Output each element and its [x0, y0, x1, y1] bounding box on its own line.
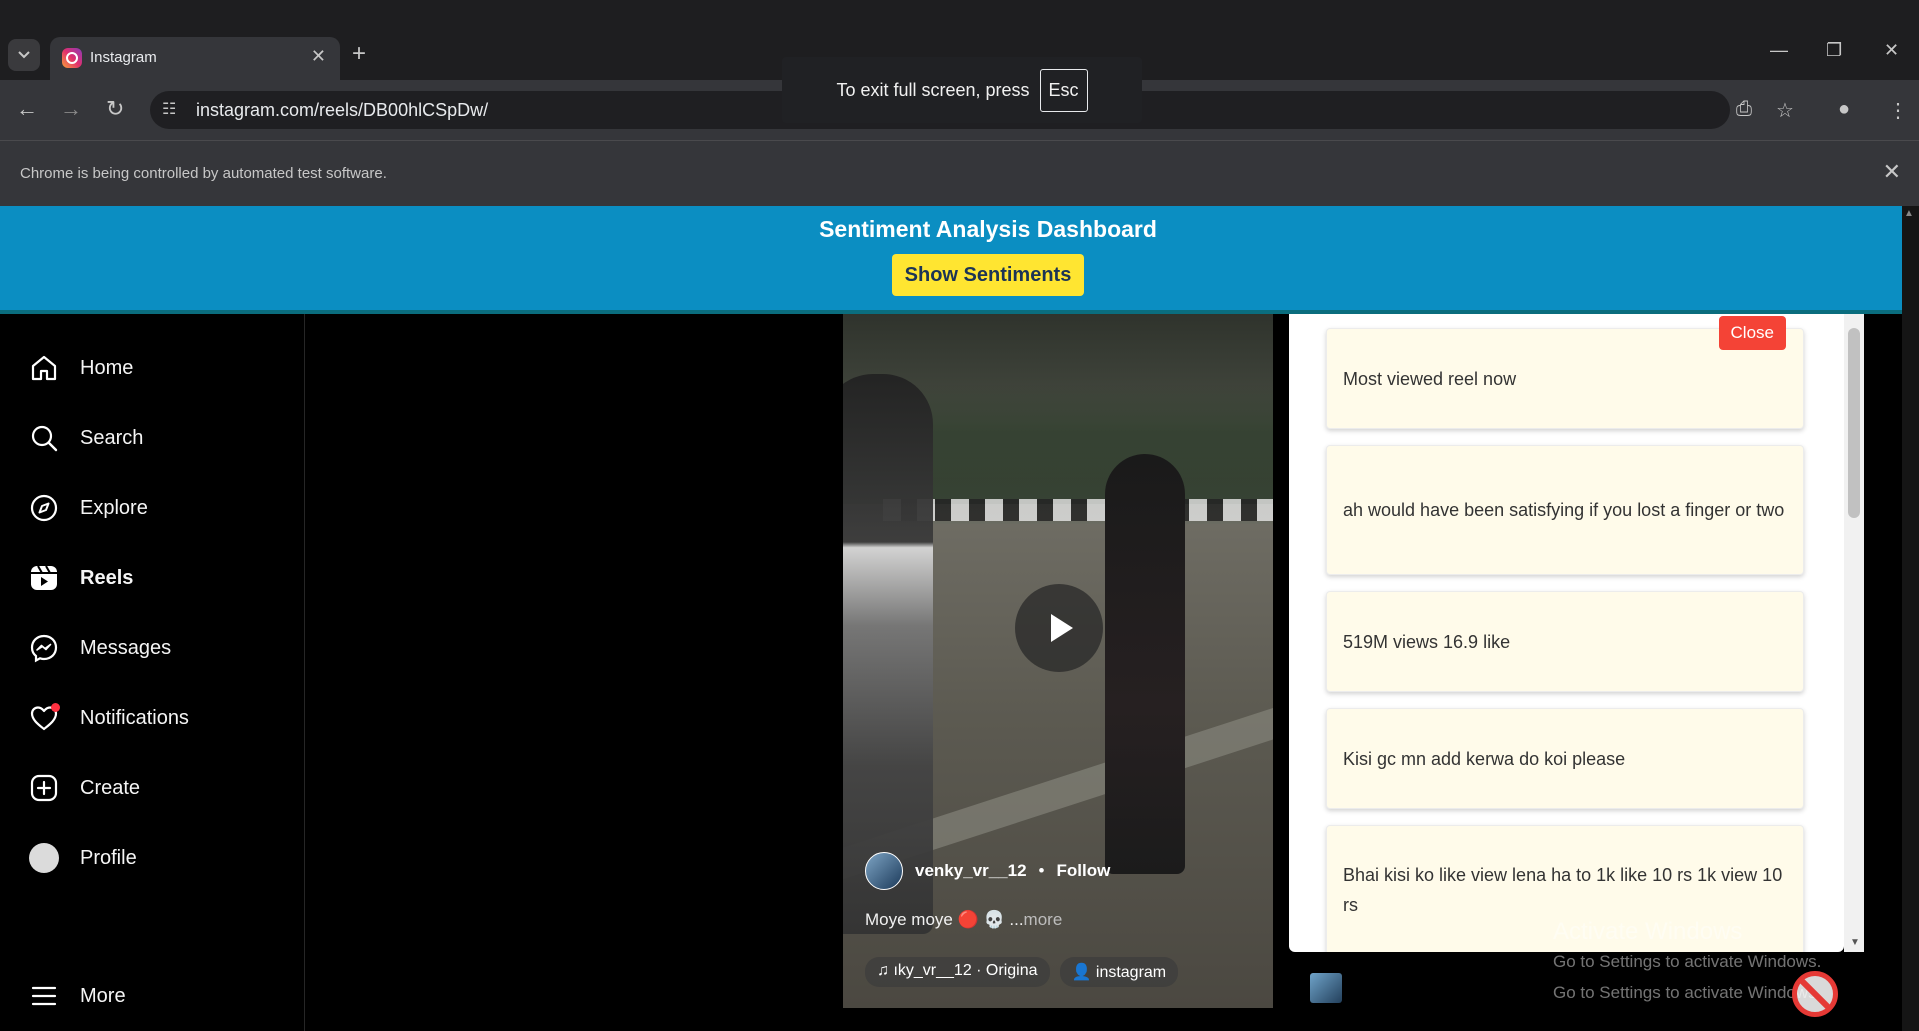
site-info-icon[interactable]: ☷: [162, 99, 176, 119]
reel-audio-row: ♫ ıky_vr__12 · Origina 👤 instagram: [865, 957, 1179, 987]
comment-card: 519M views 16.9 like: [1326, 591, 1804, 692]
messenger-icon: [28, 632, 60, 664]
audio-pill[interactable]: ♫ ıky_vr__12 · Origina: [865, 957, 1050, 987]
separator-dot: •: [1038, 861, 1045, 880]
show-sentiments-button[interactable]: Show Sentiments: [892, 254, 1084, 296]
sidebar-item-search[interactable]: Search: [28, 422, 143, 454]
back-icon[interactable]: ←: [16, 96, 38, 122]
sidebar-item-label: Messages: [80, 636, 172, 659]
home-icon: [28, 352, 60, 384]
forward-icon[interactable]: →: [60, 96, 82, 122]
author-avatar[interactable]: [865, 852, 903, 890]
sidebar-item-label: Reels: [80, 566, 134, 589]
fullscreen-toast: To exit full screen, press Esc: [782, 57, 1142, 123]
sidebar-item-label: Explore: [80, 496, 148, 519]
minimize-icon[interactable]: —: [1770, 40, 1788, 61]
video-person-left: [843, 374, 933, 934]
profile-avatar-icon: [28, 842, 60, 874]
menu-icon[interactable]: ⋮: [1888, 98, 1908, 123]
comment-card: ah would have been satisfying if you los…: [1326, 445, 1804, 575]
comment-text: 519M views 16.9 like: [1343, 631, 1511, 652]
infobar-text: Chrome is being controlled by automated …: [20, 165, 387, 182]
tab-search-icon[interactable]: [8, 39, 40, 71]
bookmark-star-icon[interactable]: ☆: [1776, 98, 1794, 123]
comment-text: Most viewed reel now: [1343, 368, 1517, 389]
install-app-icon[interactable]: ⎙: [1736, 98, 1752, 121]
reel-video[interactable]: venky_vr__12 • Follow Moye moye 🔴 💀 ...m…: [843, 314, 1273, 1008]
caption-text: Moye moye 🔴 💀 ...: [865, 910, 1024, 929]
reel-author: venky_vr__12 • Follow: [865, 852, 1110, 890]
panel-scrollbar[interactable]: ▼: [1844, 314, 1864, 952]
video-fence: [883, 499, 1273, 521]
windows-watermark-line: Go to Settings to activate Windows.: [1553, 983, 1822, 1002]
sidebar-item-notifications[interactable]: Notifications: [28, 702, 189, 734]
fullscreen-toast-text: To exit full screen, press: [836, 79, 1030, 100]
comment-card: Kisi gc mn add kerwa do koi please: [1326, 708, 1804, 809]
comment-text: Kisi gc mn add kerwa do koi please: [1343, 748, 1626, 769]
reel-thumbnail[interactable]: [1310, 973, 1342, 1003]
author-username[interactable]: venky_vr__12: [915, 861, 1027, 881]
comment-text: Bhai kisi ko like view lena ha to 1k lik…: [1343, 865, 1783, 915]
automation-infobar: Chrome is being controlled by automated …: [0, 140, 1919, 206]
reels-icon: [28, 562, 60, 594]
sidebar-item-explore[interactable]: Explore: [28, 492, 148, 524]
no-entry-icon: [1792, 971, 1838, 1017]
sidebar-item-more[interactable]: More: [28, 980, 126, 1012]
sidebar-more-label: More: [80, 984, 126, 1007]
comment-text: ah would have been satisfying if you los…: [1343, 500, 1785, 520]
windows-watermark-line: Go to Settings to activate Windows.: [1553, 952, 1822, 971]
panel-scroll-thumb[interactable]: [1848, 328, 1860, 518]
explore-compass-icon: [28, 492, 60, 524]
esc-key: Esc: [1039, 68, 1088, 112]
collab-pill[interactable]: 👤 instagram: [1059, 957, 1179, 987]
play-button[interactable]: [1015, 584, 1103, 672]
sidebar-item-label: Home: [80, 356, 134, 379]
windows-watermark-title: Activate Windows: [1553, 918, 1743, 945]
tab-close-icon[interactable]: ✕: [311, 46, 326, 67]
heart-icon: [28, 702, 60, 734]
reload-icon[interactable]: ↻: [106, 96, 124, 122]
caption-more-link[interactable]: more: [1024, 910, 1063, 929]
restore-icon[interactable]: ❐: [1826, 40, 1842, 61]
reel-caption: Moye moye 🔴 💀 ...more: [865, 910, 1062, 930]
tab-instagram[interactable]: Instagram ✕: [50, 37, 340, 80]
sidebar-item-create[interactable]: Create: [28, 772, 140, 804]
tab-title: Instagram: [90, 49, 157, 66]
instagram-favicon-icon: [62, 48, 82, 68]
scroll-up-arrow-icon[interactable]: ▲: [1904, 208, 1914, 219]
sidebar-item-label: Profile: [80, 846, 137, 869]
scroll-down-arrow-icon[interactable]: ▼: [1850, 937, 1860, 948]
infobar-close-icon[interactable]: ✕: [1883, 159, 1901, 185]
instagram-sidebar: Home Search Explore Reels Messages Notif…: [0, 314, 305, 1031]
video-person-right: [1105, 454, 1185, 874]
sidebar-item-profile[interactable]: Profile: [28, 842, 137, 874]
follow-button[interactable]: Follow: [1057, 861, 1111, 881]
sidebar-item-label: Search: [80, 426, 144, 449]
sentiment-dashboard-banner: Sentiment Analysis Dashboard Show Sentim…: [0, 206, 1902, 314]
sidebar-item-messages[interactable]: Messages: [28, 632, 171, 664]
hamburger-menu-icon: [28, 980, 60, 1012]
profile-icon[interactable]: ●: [1838, 98, 1850, 121]
sidebar-item-reels[interactable]: Reels: [28, 562, 133, 594]
sidebar-item-home[interactable]: Home: [28, 352, 133, 384]
new-tab-button[interactable]: +: [352, 42, 366, 66]
close-icon[interactable]: ✕: [1884, 40, 1899, 61]
page-scrollbar[interactable]: [1902, 206, 1919, 1031]
create-plus-icon: [28, 772, 60, 804]
sentiment-panel: Close Most viewed reel now ah would have…: [1289, 314, 1844, 952]
sidebar-item-label: Notifications: [80, 706, 189, 729]
dashboard-title: Sentiment Analysis Dashboard: [819, 216, 1157, 242]
close-button[interactable]: Close: [1718, 316, 1786, 350]
search-icon: [28, 422, 60, 454]
notification-dot: [51, 703, 60, 712]
url-text[interactable]: instagram.com/reels/DB00hlCSpDw/: [196, 100, 488, 121]
sidebar-item-label: Create: [80, 776, 141, 799]
